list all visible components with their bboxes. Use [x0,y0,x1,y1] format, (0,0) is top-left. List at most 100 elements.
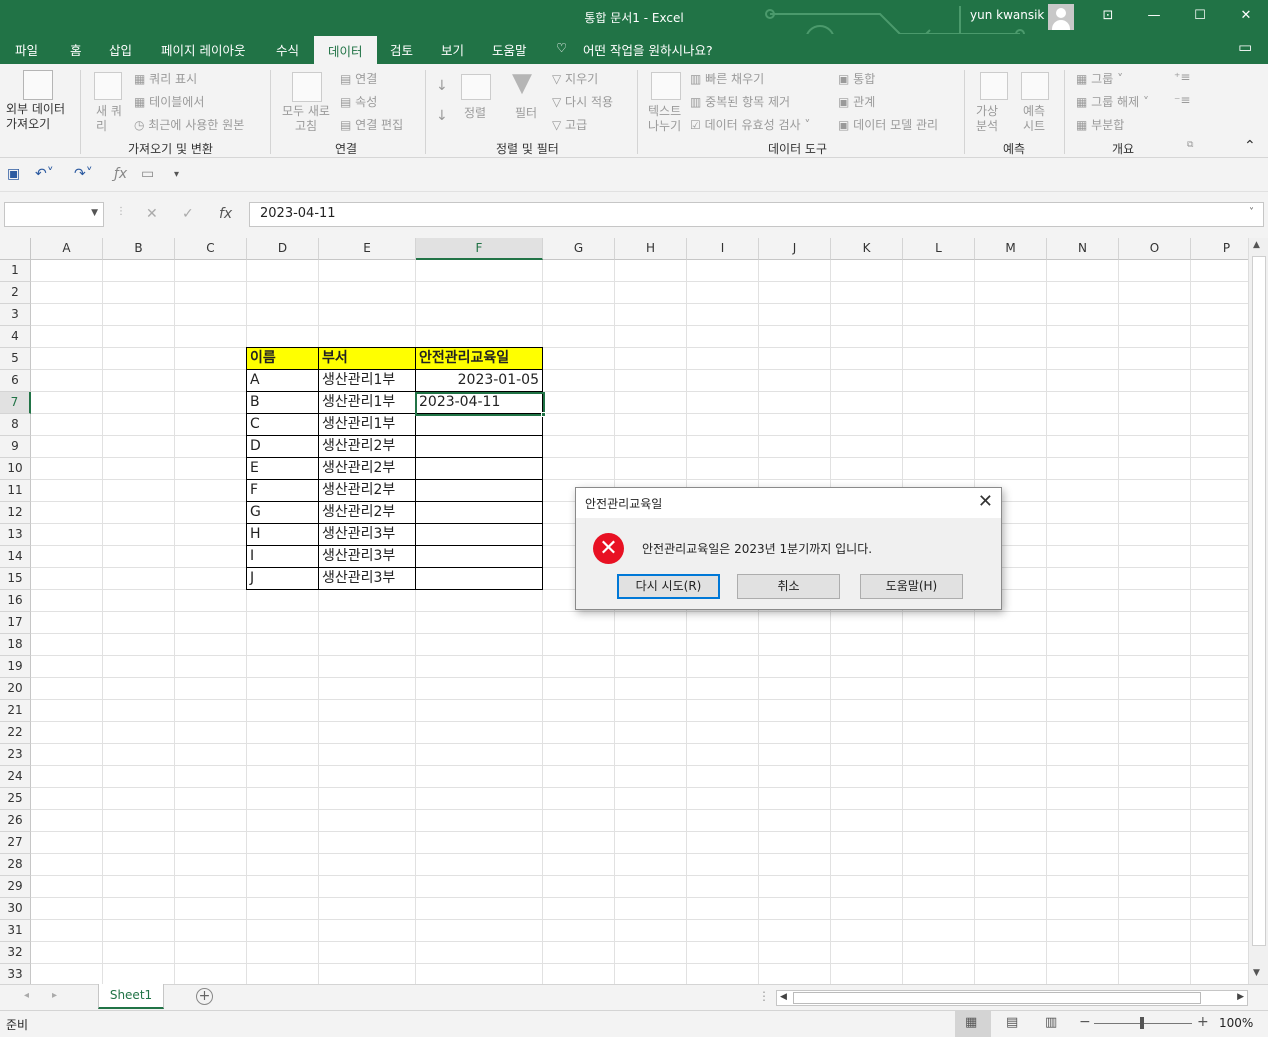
row-header-14[interactable]: 14 [0,546,31,568]
department-cell[interactable]: 생산관리1부 [319,370,416,392]
close-icon[interactable]: ✕ [1234,6,1258,26]
undo-icon[interactable]: ↶˅ [35,166,54,182]
table-header-cell[interactable]: 부서 [319,348,416,370]
column-header-a[interactable]: A [31,238,103,260]
department-cell[interactable]: 생산관리2부 [319,502,416,524]
horizontal-scroll-thumb[interactable] [793,992,1201,1004]
column-header-o[interactable]: O [1119,238,1191,260]
name-cell[interactable]: F [247,480,319,502]
tab-insert[interactable]: 삽입 [109,40,132,59]
flash-fill-button[interactable]: ▥ 빠른 채우기 [690,70,764,87]
properties-button[interactable]: ▤ 속성 [340,93,377,110]
column-header-p[interactable]: P [1191,238,1248,260]
row-header-8[interactable]: 8 [0,414,31,436]
row-header-28[interactable]: 28 [0,854,31,876]
zoom-level[interactable]: 100% [1219,1016,1253,1030]
tell-me-search[interactable]: 어떤 작업을 원하시나요? [583,40,713,59]
enter-icon[interactable]: ✓ [182,206,194,222]
tab-formulas[interactable]: 수식 [276,40,299,59]
clear-button[interactable]: ▽ 지우기 [552,70,598,87]
department-cell[interactable]: 생산관리1부 [319,392,416,414]
table-header-cell[interactable]: 안전관리교육일 [416,348,543,370]
row-header-9[interactable]: 9 [0,436,31,458]
expand-formula-bar-icon[interactable]: ˅ [1249,207,1254,218]
edit-links-button[interactable]: ▤ 연결 편집 [340,116,403,133]
page-layout-view-icon[interactable]: ▤ [1006,1015,1018,1030]
consolidate-button[interactable]: ▣ 통합 [838,70,875,87]
column-header-b[interactable]: B [103,238,175,260]
advanced-button[interactable]: ▽ 고급 [552,116,587,133]
row-header-1[interactable]: 1 [0,260,31,282]
redo-icon[interactable]: ↷˅ [74,166,93,182]
row-header-11[interactable]: 11 [0,480,31,502]
relationships-button[interactable]: ▣ 관계 [838,93,875,110]
tab-review[interactable]: 검토 [390,40,413,59]
external-data-button[interactable]: 외부 데이터 가져오기 [6,102,65,132]
from-table-button[interactable]: ▦ 테이블에서 [134,93,204,110]
row-header-6[interactable]: 6 [0,370,31,392]
tab-home[interactable]: 홈 [70,40,82,59]
new-query-button[interactable]: 새 쿼 리 [96,104,122,134]
training-date-cell[interactable] [416,480,543,502]
data-model-button[interactable]: ▣ 데이터 모델 관리 [838,116,938,133]
select-all-button[interactable] [0,238,31,260]
column-header-k[interactable]: K [831,238,903,260]
department-cell[interactable]: 생산관리2부 [319,436,416,458]
collapse-ribbon-icon[interactable]: ⌃ [1244,138,1256,154]
name-box[interactable]: ▼ [4,202,104,227]
name-cell[interactable]: C [247,414,319,436]
training-date-cell[interactable]: 2023-01-05 [416,370,543,392]
scroll-down-icon[interactable]: ▼ [1253,968,1260,978]
tab-file[interactable]: 파일 [15,40,38,59]
hide-detail-icon[interactable]: ⁻≡ [1174,93,1190,107]
department-cell[interactable]: 생산관리3부 [319,546,416,568]
row-header-4[interactable]: 4 [0,326,31,348]
horizontal-scrollbar[interactable]: ◀ ▶ [776,990,1248,1006]
customize-qat-icon[interactable]: ▾ [174,169,179,180]
tab-data[interactable]: 데이터 [314,36,377,64]
formula-input[interactable]: 2023-04-11 [249,202,1264,227]
forecast-sheet-button[interactable]: 예측 시트 [1023,104,1045,134]
row-header-10[interactable]: 10 [0,458,31,480]
insert-function-icon[interactable]: ƒx [114,166,127,182]
column-header-j[interactable]: J [759,238,831,260]
row-header-3[interactable]: 3 [0,304,31,326]
minimize-icon[interactable]: — [1142,6,1166,26]
row-header-25[interactable]: 25 [0,788,31,810]
group-button[interactable]: ▦ 그룹 ˅ [1076,70,1123,87]
connections-button[interactable]: ▤ 연결 [340,70,377,87]
row-header-21[interactable]: 21 [0,700,31,722]
column-header-l[interactable]: L [903,238,975,260]
form-icon[interactable]: ▭ [141,166,154,182]
training-date-cell[interactable] [416,436,543,458]
name-cell[interactable]: J [247,568,319,590]
zoom-out-icon[interactable]: − [1079,1014,1091,1030]
column-header-c[interactable]: C [175,238,247,260]
row-header-22[interactable]: 22 [0,722,31,744]
column-header-d[interactable]: D [247,238,319,260]
row-header-17[interactable]: 17 [0,612,31,634]
next-sheet-icon[interactable]: ▸ [52,990,57,1001]
add-sheet-icon[interactable]: + [196,988,213,1005]
row-header-20[interactable]: 20 [0,678,31,700]
subtotal-button[interactable]: ▦ 부분합 [1076,116,1124,133]
save-icon[interactable]: ▣ [7,166,20,182]
prev-sheet-icon[interactable]: ◂ [24,990,29,1001]
help-button[interactable]: 도움말(H) [860,574,963,599]
show-queries-button[interactable]: ▦ 쿼리 표시 [134,70,197,87]
recent-sources-button[interactable]: ◷ 최근에 사용한 원본 [134,116,244,133]
data-validation-button[interactable]: ☑ 데이터 유효성 검사 ˅ [690,116,810,133]
show-detail-icon[interactable]: ⁺≡ [1174,70,1190,84]
cancel-icon[interactable]: ✕ [146,206,158,222]
column-header-i[interactable]: I [687,238,759,260]
row-header-27[interactable]: 27 [0,832,31,854]
row-header-26[interactable]: 26 [0,810,31,832]
row-header-12[interactable]: 12 [0,502,31,524]
zoom-in-icon[interactable]: + [1197,1014,1209,1030]
department-cell[interactable]: 생산관리2부 [319,458,416,480]
tab-view[interactable]: 보기 [441,40,464,59]
sort-za-icon[interactable]: ↓ [436,108,448,124]
name-cell[interactable]: E [247,458,319,480]
cancel-button[interactable]: 취소 [737,574,840,599]
name-cell[interactable]: H [247,524,319,546]
